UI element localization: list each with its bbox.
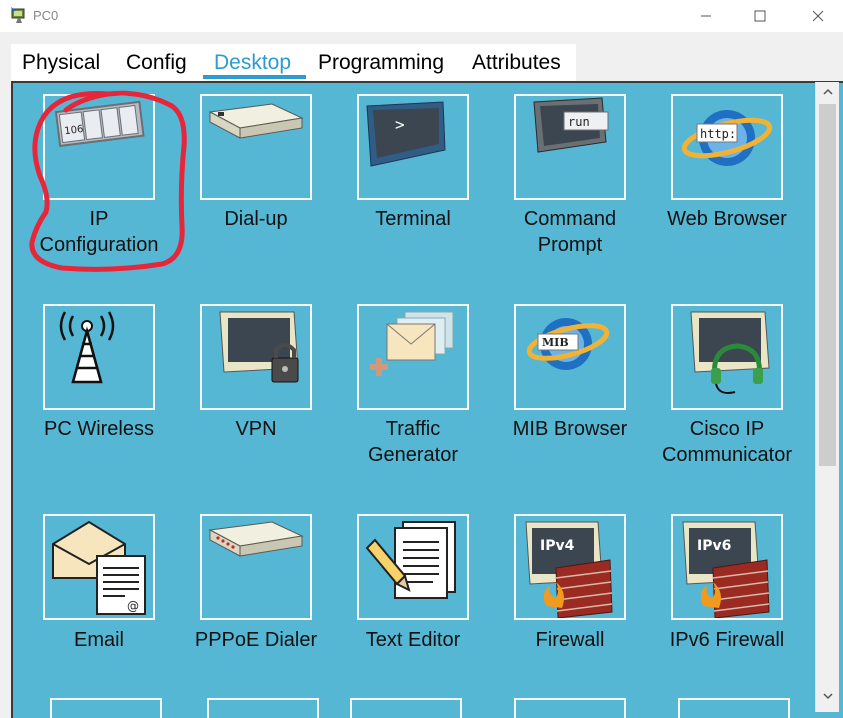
app-icon <box>11 7 25 23</box>
app-web-browser-label: Web Browser <box>667 208 787 230</box>
partial-app-tile[interactable] <box>50 698 162 718</box>
svg-text:run: run <box>568 115 590 129</box>
firewall-icon: IPv4 <box>525 521 613 618</box>
app-pppoe-dialer[interactable] <box>200 514 312 620</box>
app-cisco-ip-communicator-label: Cisco IP Communicator <box>652 416 802 468</box>
app-terminal-label: Terminal <box>375 208 451 230</box>
partial-app-tile[interactable] <box>678 698 790 718</box>
terminal-icon: > <box>366 101 446 167</box>
text-editor-icon <box>365 521 456 599</box>
scroll-up-arrow-icon <box>823 88 833 95</box>
app-traffic-generator-label: Traffic Generator <box>343 416 483 468</box>
app-label-line1: Command <box>523 208 617 230</box>
packet-tracer-pc-window: PC0 Physical Config Desktop Programming … <box>0 0 843 718</box>
app-vpn-label: VPN <box>235 418 277 440</box>
app-label-line1: IP <box>89 208 109 230</box>
tab-attributes[interactable]: Attributes <box>472 44 561 81</box>
app-ip-configuration[interactable]: 106 <box>43 94 155 200</box>
app-label-line1: Cisco IP <box>689 418 765 440</box>
tab-config[interactable]: Config <box>126 44 187 81</box>
app-command-prompt-label: Command Prompt <box>500 206 640 258</box>
app-ipv6-firewall[interactable]: IPv6 <box>671 514 783 620</box>
partial-app-tile[interactable] <box>207 698 319 718</box>
pppoe-modem-icon <box>208 521 304 557</box>
headset-monitor-icon <box>690 311 770 394</box>
app-terminal[interactable]: > <box>357 94 469 200</box>
app-email[interactable]: @ <box>43 514 155 620</box>
app-pc-wireless-label: PC Wireless <box>43 418 154 440</box>
scroll-thumb[interactable] <box>819 104 836 466</box>
maximize-icon <box>754 10 766 22</box>
app-firewall[interactable]: IPv4 <box>514 514 626 620</box>
svg-text:IPv4: IPv4 <box>540 538 575 554</box>
window-title: PC0 <box>33 8 59 23</box>
app-label-line2: Prompt <box>537 234 603 256</box>
app-label-line1: Traffic <box>385 418 441 440</box>
close-button[interactable] <box>795 0 841 32</box>
web-browser-icon: http: <box>681 110 773 166</box>
traffic-generator-icon <box>370 311 454 376</box>
title-bar: PC0 <box>0 0 843 32</box>
ip-configuration-icon: 106 <box>54 100 145 147</box>
app-mib-browser[interactable]: MIB <box>514 304 626 410</box>
vpn-lock-monitor-icon <box>219 311 299 383</box>
app-vpn[interactable] <box>200 304 312 410</box>
app-pppoe-dialer-label: PPPoE Dialer <box>194 629 318 651</box>
app-label-line2: Configuration <box>39 234 159 256</box>
app-email-label: Email <box>73 629 124 651</box>
scroll-down-button[interactable] <box>816 686 840 706</box>
svg-text:106: 106 <box>64 124 84 137</box>
maximize-button[interactable] <box>737 0 783 32</box>
partial-app-tile[interactable] <box>350 698 462 718</box>
svg-text:@: @ <box>127 599 139 613</box>
mib-browser-icon: MIB <box>526 318 610 370</box>
modem-icon <box>208 103 304 139</box>
minimize-icon <box>701 15 711 17</box>
app-traffic-generator[interactable] <box>357 304 469 410</box>
app-label-line2: Generator <box>367 444 459 466</box>
app-pc-wireless[interactable] <box>43 304 155 410</box>
app-cisco-ip-communicator[interactable] <box>671 304 783 410</box>
app-web-browser[interactable]: http: <box>671 94 783 200</box>
svg-text:IPv6: IPv6 <box>697 538 731 554</box>
app-text-editor[interactable] <box>357 514 469 620</box>
partial-app-tile[interactable] <box>514 698 626 718</box>
app-firewall-label: Firewall <box>535 629 605 651</box>
svg-text:MIB: MIB <box>542 336 569 349</box>
svg-text:>: > <box>395 115 405 134</box>
wireless-tower-icon <box>59 311 115 384</box>
tab-programming[interactable]: Programming <box>318 44 444 81</box>
app-text-editor-label: Text Editor <box>365 629 461 651</box>
vertical-scrollbar[interactable] <box>815 82 839 712</box>
minimize-button[interactable] <box>683 0 729 32</box>
app-ipv6-firewall-label: IPv6 Firewall <box>669 629 785 651</box>
app-label-line2: Communicator <box>661 444 793 466</box>
email-icon: @ <box>52 520 146 615</box>
app-dial-up-label: Dial-up <box>224 208 288 230</box>
command-prompt-icon: run <box>533 97 609 153</box>
scroll-up-button[interactable] <box>816 82 840 102</box>
close-icon <box>812 10 824 22</box>
svg-text:http:: http: <box>700 127 736 141</box>
app-command-prompt[interactable]: run <box>514 94 626 200</box>
app-dial-up[interactable] <box>200 94 312 200</box>
active-tab-indicator <box>203 75 306 79</box>
ipv6-firewall-icon: IPv6 <box>682 521 770 618</box>
scroll-down-arrow-icon <box>823 693 833 700</box>
app-ip-configuration-label: IP Configuration <box>33 206 165 258</box>
tab-physical[interactable]: Physical <box>22 44 100 81</box>
app-mib-browser-label: MIB Browser <box>512 418 628 440</box>
